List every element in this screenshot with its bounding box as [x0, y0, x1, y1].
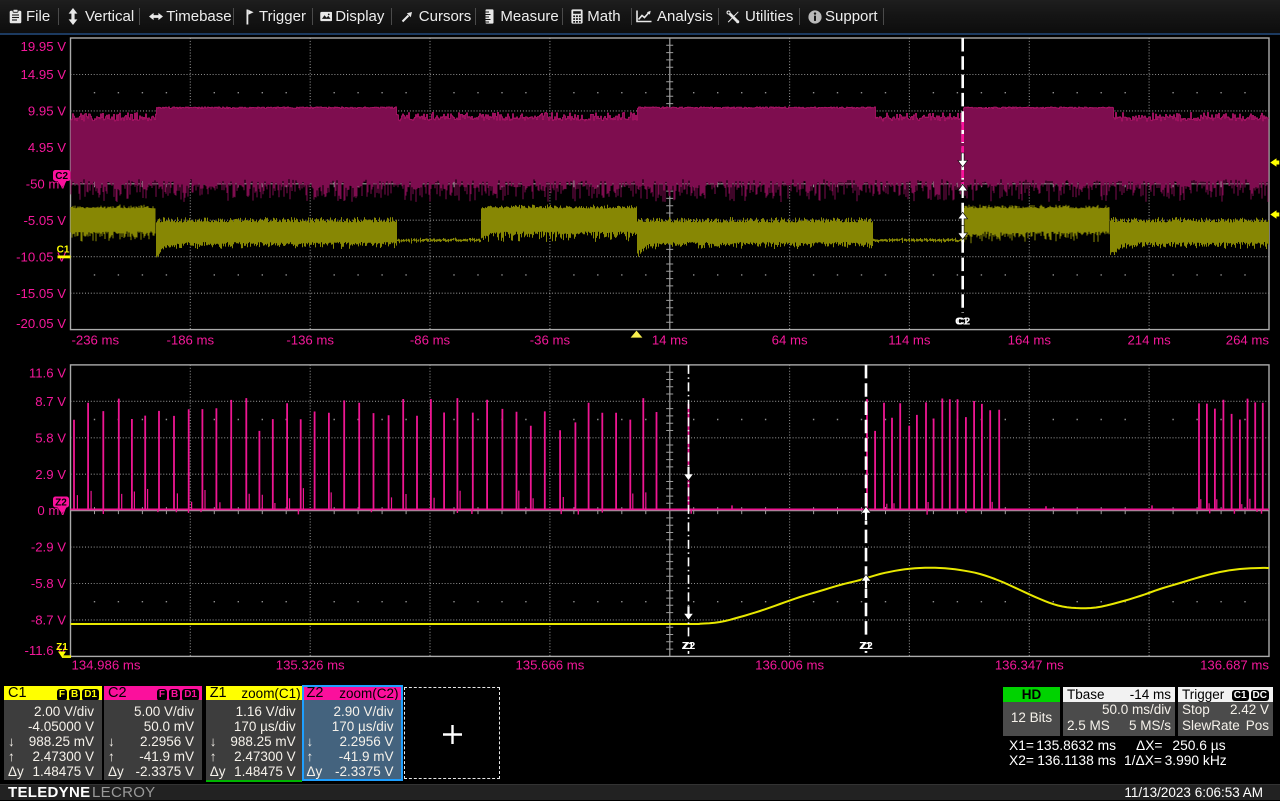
svg-text:-15.05 V: -15.05 V: [16, 286, 66, 301]
svg-text:-36 ms: -36 ms: [530, 332, 571, 347]
svg-text:134.986 ms: 134.986 ms: [72, 657, 141, 672]
svg-text:8.7 V: 8.7 V: [35, 394, 66, 409]
svg-text:64 ms: 64 ms: [772, 332, 808, 347]
svg-text:9.95 V: 9.95 V: [28, 104, 66, 119]
svg-text:136.006 ms: 136.006 ms: [755, 657, 824, 672]
svg-text:2.9 V: 2.9 V: [35, 467, 66, 482]
svg-text:135.326 ms: 135.326 ms: [276, 657, 345, 672]
svg-text:C2: C2: [957, 316, 971, 328]
svg-text:14.95 V: 14.95 V: [21, 67, 67, 82]
svg-text:4.95 V: 4.95 V: [28, 140, 66, 155]
svg-text:164 ms: 164 ms: [1008, 332, 1052, 347]
svg-text:-20.05 V: -20.05 V: [16, 316, 66, 331]
svg-text:Z2: Z2: [55, 498, 67, 509]
svg-text:264 ms: 264 ms: [1226, 332, 1270, 347]
svg-text:114 ms: 114 ms: [888, 332, 931, 347]
svg-text:-236 ms: -236 ms: [72, 332, 120, 347]
svg-text:-5.05 V: -5.05 V: [23, 213, 66, 228]
svg-text:-5.8 V: -5.8 V: [31, 576, 66, 591]
svg-text:Z2: Z2: [683, 640, 695, 652]
svg-text:214 ms: 214 ms: [1127, 332, 1171, 347]
svg-text:Z1: Z1: [56, 642, 68, 653]
svg-text:11.6 V: 11.6 V: [29, 366, 66, 381]
svg-text:5.8 V: 5.8 V: [35, 430, 66, 445]
svg-text:-136 ms: -136 ms: [286, 332, 334, 347]
svg-text:19.95 V: 19.95 V: [21, 39, 67, 54]
svg-text:-8.7 V: -8.7 V: [31, 613, 66, 628]
svg-text:Z2: Z2: [860, 640, 872, 652]
svg-text:-86 ms: -86 ms: [410, 332, 451, 347]
svg-text:136.347 ms: 136.347 ms: [995, 657, 1064, 672]
svg-text:C2: C2: [55, 171, 68, 182]
svg-text:14 ms: 14 ms: [652, 332, 688, 347]
svg-text:136.687 ms: 136.687 ms: [1200, 657, 1269, 672]
svg-text:-186 ms: -186 ms: [166, 332, 214, 347]
svg-text:-2.9 V: -2.9 V: [31, 540, 66, 555]
svg-text:C1: C1: [57, 244, 70, 255]
svg-text:135.666 ms: 135.666 ms: [515, 657, 584, 672]
